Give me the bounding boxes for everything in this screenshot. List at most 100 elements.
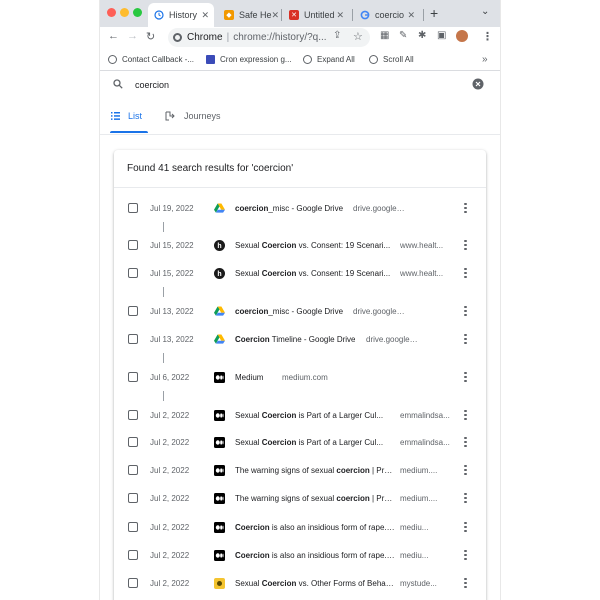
history-row[interactable]: Jul 13, 2022 coercion_misc - Google Drive… [114,301,486,321]
row-title-link[interactable]: Coercion is also an insidious form of ra… [235,523,395,532]
eyedropper-icon[interactable]: ✎ [399,30,407,41]
close-icon[interactable]: ✕ [336,10,344,21]
history-row[interactable]: Jul 6, 2022 Medium medium.com [114,367,486,387]
row-checkbox[interactable] [128,306,138,316]
row-title-link[interactable]: Sexual Coercion is Part of a Larger Cul.… [235,411,395,420]
row-title-prefix: The warning signs of sexual [235,493,337,503]
row-title-match: coercion [235,203,269,213]
day-connector-line [163,222,164,232]
tab-journeys[interactable]: Journeys [165,111,221,121]
history-row[interactable]: Jul 15, 2022 h Sexual Coercion vs. Consent… [114,263,486,283]
row-title-match: Coercion [261,410,297,420]
bookmark-scroll-all[interactable]: Scroll All [369,55,414,64]
puzzle-icon[interactable]: ✱ [418,30,426,41]
tab-untitled[interactable]: ✕ Untitled ✕ [283,3,349,27]
kebab-menu-icon[interactable]: ⋮ [482,30,493,43]
chevron-down-icon[interactable]: ⌄ [481,6,489,17]
history-search-bar[interactable]: coercion [100,71,500,99]
history-row[interactable]: Jul 2, 2022 Coercion is also an insidious… [114,517,486,537]
history-row[interactable]: Jul 13, 2022 Coercion Timeline - Google D… [114,329,486,349]
close-icon[interactable]: ✕ [201,10,209,21]
mystudent-icon [214,577,225,589]
history-row[interactable]: Jul 2, 2022 The warning signs of sexual c… [114,460,486,480]
row-title-link[interactable]: The warning signs of sexual coercion | P… [235,494,395,503]
row-checkbox[interactable] [128,203,138,213]
close-icon[interactable]: ✕ [272,10,278,21]
bookmark-cron-expression[interactable]: Cron expression g... [206,55,292,64]
row-title-link[interactable]: Coercion is also an insidious form of ra… [235,551,395,560]
row-checkbox[interactable] [128,465,138,475]
tab-list[interactable]: List [111,111,142,121]
globe-icon [108,55,117,64]
row-checkbox[interactable] [128,410,138,420]
row-checkbox[interactable] [128,334,138,344]
history-row[interactable]: Jul 19, 2022 coercion_misc - Google Drive… [114,198,486,218]
close-icon[interactable]: ✕ [407,10,415,21]
row-more-icon[interactable] [464,521,467,533]
row-title-link[interactable]: Sexual Coercion vs. Consent: 19 Scenari.… [235,269,395,278]
row-domain: medium.com [282,372,328,382]
row-more-icon[interactable] [464,549,467,561]
sidebar-icon[interactable]: ▣ [437,30,446,41]
healthline-icon: h [214,267,225,279]
avatar[interactable] [456,30,468,42]
history-row[interactable]: Jul 2, 2022 Sexual Coercion is Part of a … [114,432,486,452]
tab-history[interactable]: History ✕ [148,3,214,27]
row-title-link[interactable]: Coercion Timeline - Google Drive [235,335,355,344]
history-row[interactable]: Jul 2, 2022 Coercion is also an insidious… [114,545,486,565]
search-input[interactable]: coercion [135,80,169,90]
row-title-link[interactable]: Sexual Coercion vs. Consent: 19 Scenari.… [235,241,395,250]
row-more-icon[interactable] [464,492,467,504]
minimize-window-button[interactable] [120,8,129,17]
row-more-icon[interactable] [464,371,467,383]
row-more-icon[interactable] [464,239,467,251]
row-title-link[interactable]: Sexual Coercion vs. Other Forms of Behav… [235,579,395,588]
history-row[interactable]: Jul 2, 2022 Sexual Coercion is Part of a … [114,405,486,425]
row-date: Jul 2, 2022 [150,465,190,475]
row-more-icon[interactable] [464,464,467,476]
close-window-button[interactable] [107,8,116,17]
row-more-icon[interactable] [464,202,467,214]
row-checkbox[interactable] [128,437,138,447]
row-title-link[interactable]: The warning signs of sexual coercion | P… [235,466,395,475]
row-checkbox[interactable] [128,240,138,250]
row-title-link[interactable]: coercion_misc - Google Drive [235,204,343,213]
tab-safe-he[interactable]: ◆ Safe He ✕ [218,3,278,27]
new-tab-button[interactable]: + [430,5,438,21]
maximize-window-button[interactable] [133,8,142,17]
row-checkbox[interactable] [128,372,138,382]
row-more-icon[interactable] [464,333,467,345]
row-more-icon[interactable] [464,305,467,317]
row-checkbox[interactable] [128,550,138,560]
row-title-link[interactable]: coercion_misc - Google Drive [235,307,343,316]
bookmarks-overflow-button[interactable]: » [482,54,488,65]
bookmark-expand-all[interactable]: Expand All [303,55,355,64]
medium-icon [214,492,225,504]
row-checkbox[interactable] [128,522,138,532]
extension-icon[interactable]: ▦ [380,30,389,41]
row-title-link[interactable]: Medium [235,373,263,382]
row-domain: emmalindsa... [400,410,450,420]
row-title-suffix: is also an insidious form of rape. | ... [269,550,395,560]
row-checkbox[interactable] [128,268,138,278]
row-more-icon[interactable] [464,577,467,589]
clear-search-icon[interactable] [472,78,484,90]
row-title-match: Coercion [261,240,297,250]
bookmark-contact-callback[interactable]: Contact Callback -... [108,55,194,64]
tab-coercion[interactable]: coercio ✕ [354,3,420,27]
row-checkbox[interactable] [128,578,138,588]
row-checkbox[interactable] [128,493,138,503]
history-row[interactable]: Jul 2, 2022 Sexual Coercion vs. Other For… [114,573,486,593]
history-row[interactable]: Jul 15, 2022 h Sexual Coercion vs. Consent… [114,235,486,255]
row-title-link[interactable]: Sexual Coercion is Part of a Larger Cul.… [235,438,395,447]
share-icon[interactable]: ⇪ [333,30,341,41]
forward-arrow-icon[interactable]: → [127,30,138,42]
back-arrow-icon[interactable]: ← [108,30,119,42]
toolbar: ← → ↻ Chrome | chrome://history/?q... ⇪ … [100,27,500,49]
row-more-icon[interactable] [464,267,467,279]
row-more-icon[interactable] [464,436,467,448]
star-icon[interactable]: ☆ [353,30,363,43]
reload-icon[interactable]: ↻ [146,30,155,43]
row-more-icon[interactable] [464,409,467,421]
history-row[interactable]: Jul 2, 2022 The warning signs of sexual c… [114,488,486,508]
